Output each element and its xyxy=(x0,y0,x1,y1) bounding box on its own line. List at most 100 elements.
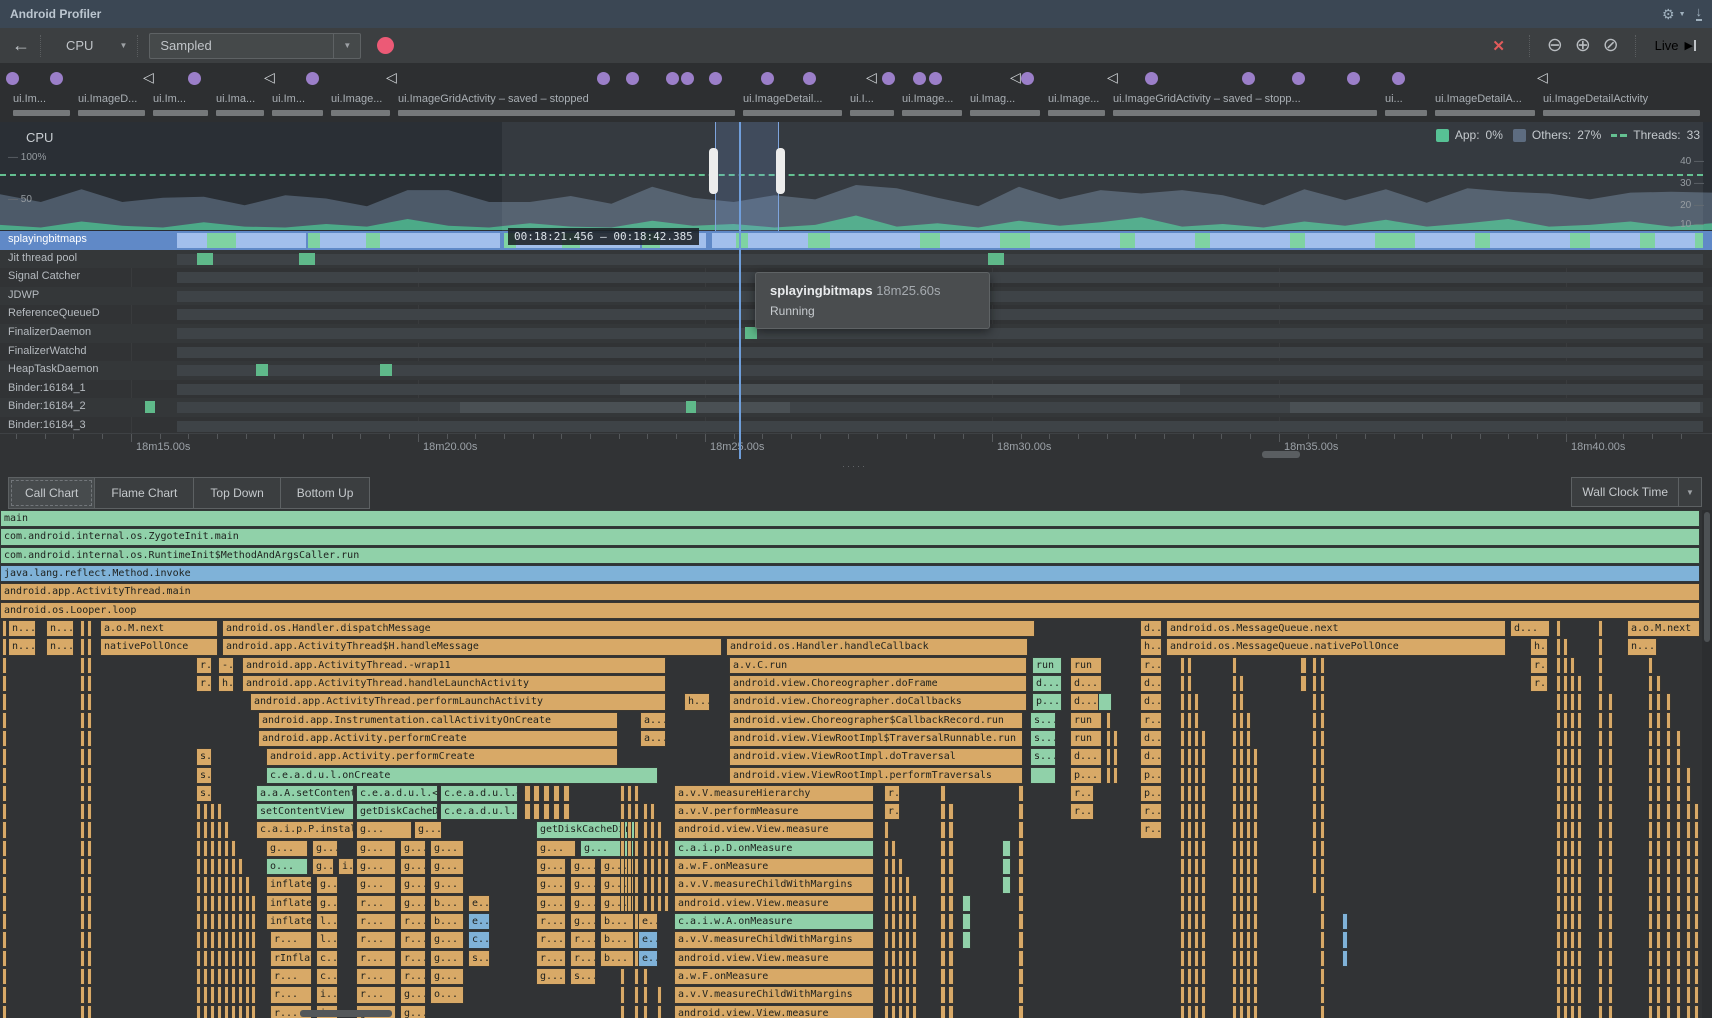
call-chart-tiny-cell[interactable] xyxy=(1563,931,1568,948)
thread-row[interactable]: FinalizerWatchd xyxy=(0,343,1712,362)
call-chart-cell[interactable]: r... xyxy=(270,931,312,948)
call-chart-cell[interactable]: e... xyxy=(638,931,658,948)
call-chart-tiny-cell[interactable] xyxy=(1194,913,1199,930)
call-chart-tiny-cell[interactable] xyxy=(224,876,229,893)
call-chart-tiny-cell[interactable] xyxy=(553,803,560,820)
call-chart-tiny-cell[interactable] xyxy=(1180,1005,1185,1018)
event-dot-icon[interactable] xyxy=(761,72,774,85)
call-chart-tiny-cell[interactable] xyxy=(1563,895,1568,912)
call-chart-tiny-cell[interactable] xyxy=(1648,950,1653,967)
call-chart-tiny-cell[interactable] xyxy=(1201,821,1206,838)
call-chart-cell[interactable]: g... xyxy=(356,876,396,893)
call-chart-tiny-cell[interactable] xyxy=(1312,876,1317,893)
call-chart-tiny-cell[interactable] xyxy=(1577,693,1582,710)
call-chart-cell[interactable]: r... xyxy=(356,931,396,948)
call-chart-tiny-cell[interactable] xyxy=(1253,840,1258,857)
event-dot-icon[interactable] xyxy=(1242,72,1255,85)
call-chart-tiny-cell[interactable] xyxy=(948,821,954,838)
call-chart-cell[interactable]: n... xyxy=(8,620,36,637)
call-chart-tiny-cell[interactable] xyxy=(634,840,639,857)
call-chart-tiny-cell[interactable] xyxy=(1598,767,1603,784)
call-chart-tiny-cell[interactable] xyxy=(1656,767,1661,784)
call-chart-tiny-cell[interactable] xyxy=(1239,675,1244,692)
session-select[interactable]: CPU ▼ xyxy=(66,38,127,53)
call-chart-tiny-cell[interactable] xyxy=(1686,767,1691,784)
call-chart-cell[interactable]: r... xyxy=(1140,657,1162,674)
call-chart-tiny-cell[interactable] xyxy=(912,895,917,912)
call-chart-tiny-cell[interactable] xyxy=(620,803,625,820)
call-chart-tiny-cell[interactable] xyxy=(1342,913,1348,930)
call-chart-tiny-cell[interactable] xyxy=(87,785,92,802)
call-chart-tiny-cell[interactable] xyxy=(634,1005,639,1018)
call-chart-tiny-cell[interactable] xyxy=(80,620,85,637)
call-chart-cell[interactable]: g... xyxy=(536,895,566,912)
call-chart-tiny-cell[interactable] xyxy=(1180,730,1185,747)
call-chart-tiny-cell[interactable] xyxy=(1666,950,1671,967)
call-chart-tiny-cell[interactable] xyxy=(1563,803,1568,820)
call-chart-tiny-cell[interactable] xyxy=(891,913,896,930)
call-chart-cell[interactable]: g... xyxy=(356,858,396,875)
call-chart-cell[interactable]: android.view.View.measure xyxy=(674,895,874,912)
call-chart-tiny-cell[interactable] xyxy=(245,1005,250,1018)
call-chart-tiny-cell[interactable] xyxy=(245,876,250,893)
call-chart-tiny-cell[interactable] xyxy=(1253,950,1258,967)
gear-icon[interactable]: ⚙ xyxy=(1662,6,1675,23)
call-chart-tiny-cell[interactable] xyxy=(2,730,7,747)
call-chart-tiny-cell[interactable] xyxy=(1187,657,1192,674)
event-dot-icon[interactable] xyxy=(929,72,942,85)
call-chart-tiny-cell[interactable] xyxy=(1187,968,1192,985)
call-chart-tiny-cell[interactable] xyxy=(210,986,215,1003)
call-chart-tiny-cell[interactable] xyxy=(657,840,662,857)
call-chart-cell[interactable]: r... xyxy=(400,913,426,930)
call-chart-tiny-cell[interactable] xyxy=(1648,1005,1653,1018)
call-chart-tiny-cell[interactable] xyxy=(203,803,208,820)
call-chart-tiny-cell[interactable] xyxy=(898,1005,903,1018)
event-dot-icon[interactable] xyxy=(1392,72,1405,85)
call-chart-tiny-cell[interactable] xyxy=(1232,895,1237,912)
call-chart-tiny-cell[interactable] xyxy=(1648,821,1653,838)
call-chart-tiny-cell[interactable] xyxy=(1648,986,1653,1003)
call-chart-tiny-cell[interactable] xyxy=(1253,1005,1258,1018)
call-chart-tiny-cell[interactable] xyxy=(1563,657,1568,674)
call-chart-tiny-cell[interactable] xyxy=(1666,748,1671,765)
call-chart-tiny-cell[interactable] xyxy=(224,931,229,948)
call-chart-tiny-cell[interactable] xyxy=(2,950,7,967)
call-chart-tiny-cell[interactable] xyxy=(1694,931,1699,948)
call-chart-tiny-cell[interactable] xyxy=(912,913,917,930)
call-chart-cell[interactable]: g... xyxy=(312,858,334,875)
call-chart-cell[interactable]: inflate xyxy=(266,895,312,912)
call-chart-tiny-cell[interactable] xyxy=(1577,876,1582,893)
call-chart-cell[interactable]: b... xyxy=(600,913,634,930)
call-chart-tiny-cell[interactable] xyxy=(1563,767,1568,784)
call-chart-tiny-cell[interactable] xyxy=(940,840,946,857)
call-chart-tiny-cell[interactable] xyxy=(1320,675,1325,692)
call-chart-cell[interactable]: r... xyxy=(1070,785,1094,802)
call-chart-tiny-cell[interactable] xyxy=(1018,931,1024,948)
call-chart-cell[interactable]: r... xyxy=(400,931,426,948)
call-chart-tiny-cell[interactable] xyxy=(1246,840,1251,857)
call-chart-tiny-cell[interactable] xyxy=(1018,821,1024,838)
call-chart-cell[interactable]: r... xyxy=(1530,675,1548,692)
call-chart-tiny-cell[interactable] xyxy=(224,821,229,838)
call-chart-cell[interactable]: main xyxy=(0,510,1700,527)
call-chart-tiny-cell[interactable] xyxy=(1246,913,1251,930)
call-chart-tiny-cell[interactable] xyxy=(1570,895,1575,912)
call-chart-tiny-cell[interactable] xyxy=(251,986,256,1003)
call-chart-tiny-cell[interactable] xyxy=(80,785,85,802)
call-chart-tiny-cell[interactable] xyxy=(1556,638,1561,655)
call-chart-tiny-cell[interactable] xyxy=(1676,895,1681,912)
call-chart-tiny-cell[interactable] xyxy=(1320,693,1325,710)
call-chart-tiny-cell[interactable] xyxy=(210,876,215,893)
call-chart-tiny-cell[interactable] xyxy=(1239,986,1244,1003)
call-chart-tiny-cell[interactable] xyxy=(1577,968,1582,985)
call-chart-cell[interactable]: s... xyxy=(1030,748,1056,765)
call-chart-cell[interactable]: d... xyxy=(1070,748,1102,765)
range-selection-band[interactable] xyxy=(715,122,779,231)
call-chart-cell[interactable]: r... xyxy=(1070,803,1094,820)
call-chart-tiny-cell[interactable] xyxy=(627,840,632,857)
call-chart-tiny-cell[interactable] xyxy=(643,876,648,893)
call-chart-tiny-cell[interactable] xyxy=(940,1005,946,1018)
call-chart-cell[interactable]: g... xyxy=(580,840,634,857)
call-chart-tiny-cell[interactable] xyxy=(543,785,550,802)
call-chart-tiny-cell[interactable] xyxy=(912,968,917,985)
